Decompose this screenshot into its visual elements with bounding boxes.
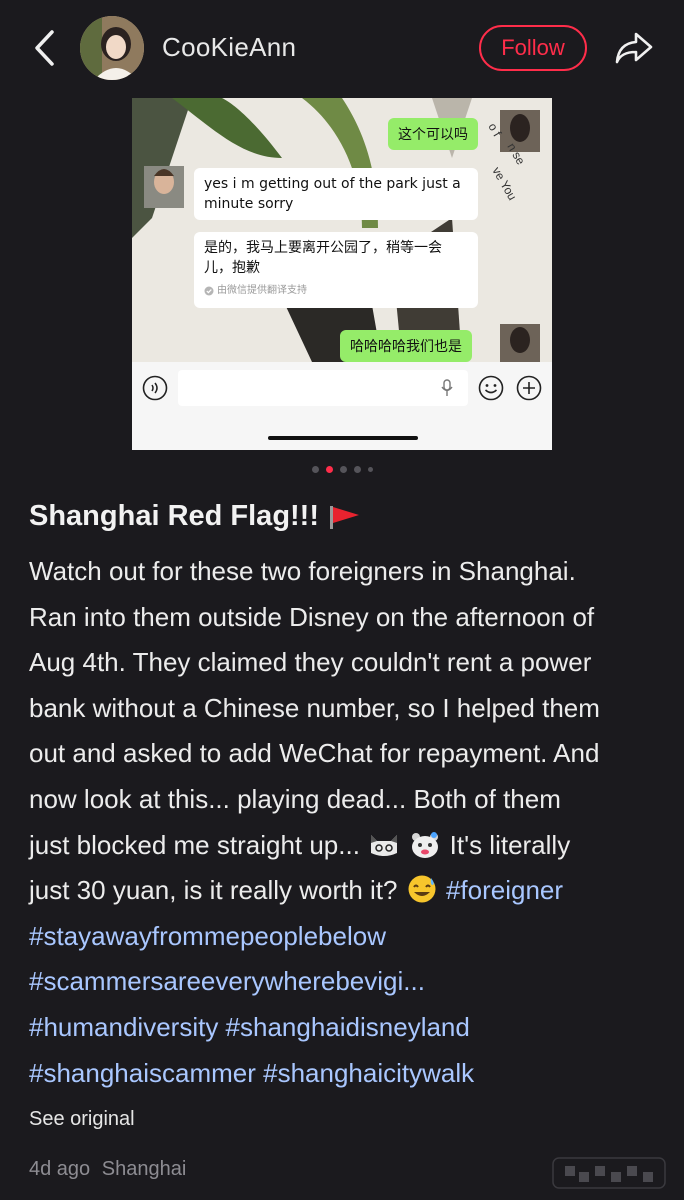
carousel-dot[interactable] <box>367 467 373 472</box>
carousel-dot[interactable] <box>353 466 361 473</box>
carousel-dot[interactable] <box>339 466 347 473</box>
follow-button[interactable]: Follow <box>479 25 587 71</box>
chevron-left-icon <box>35 30 54 66</box>
hashtag[interactable]: #shanghaidisneyland <box>226 1012 470 1042</box>
translation-text: 是的，我马上要离开公园了，稍等一会儿，抱歉 <box>204 240 442 276</box>
body-line: Aug 4th. They claimed they couldn't rent… <box>29 647 592 678</box>
see-original-link[interactable]: See original <box>29 1108 135 1131</box>
hashtag[interactable]: #shanghaicitywalk <box>263 1058 474 1088</box>
hashtag[interactable]: #scammersareeverywherebevigi... <box>29 966 425 996</box>
back-button[interactable] <box>28 28 60 68</box>
body-line: #shanghaiscammer #shanghaicitywalk <box>29 1051 665 1097</box>
chat-input-bar <box>132 362 552 450</box>
red-flag-icon <box>330 505 359 529</box>
chat-bubble-sent: 哈哈哈哈我们也是 <box>340 330 472 362</box>
home-indicator <box>268 436 418 440</box>
chat-text-field[interactable] <box>178 370 468 406</box>
cat-emoji-icon <box>371 834 398 856</box>
post-title: Shanghai Red Flag!!! <box>29 500 361 533</box>
voice-icon[interactable] <box>142 375 168 401</box>
hashtag[interactable]: #foreigner <box>446 875 563 905</box>
emoji-icon[interactable] <box>478 375 504 401</box>
avatar[interactable] <box>80 16 144 80</box>
share-button[interactable] <box>612 28 656 68</box>
body-line: #scammersareeverywherebevigi... <box>29 959 665 1005</box>
body-line: just blocked me straight up... It's lite… <box>29 829 571 860</box>
body-line: just 30 yuan, is it really worth it? #fo… <box>29 875 564 906</box>
chat-bubble-translation: 是的，我马上要离开公园了，稍等一会儿，抱歉 由微信提供翻译支持 <box>194 232 478 308</box>
post-body: Watch out for these two foreigners in Sh… <box>29 549 665 1096</box>
share-arrow-icon <box>615 32 653 64</box>
post-image[interactable]: o f n se ve You 这个可以吗 yes i m getting ou… <box>132 98 552 450</box>
chat-bubble-sent: 这个可以吗 <box>388 118 478 150</box>
body-line: now look at this... playing dead... Both… <box>29 783 561 814</box>
check-circle-icon <box>204 286 214 296</box>
post-location: Shanghai <box>101 1158 187 1180</box>
body-line: Watch out for these two foreigners in Sh… <box>29 556 576 586</box>
chat-bubble-received: yes i m getting out of the park just a m… <box>194 168 478 220</box>
username[interactable]: CooKieAnn <box>162 32 296 63</box>
carousel-dot-active[interactable] <box>325 466 333 473</box>
watermark-logo <box>552 1157 666 1189</box>
post-meta: 4d ago Shanghai <box>29 1158 186 1181</box>
carousel-dot[interactable] <box>311 466 319 473</box>
post-header: CooKieAnn Follow <box>0 0 684 98</box>
body-line: bank without a Chinese number, so I help… <box>29 692 600 723</box>
translation-note: 由微信提供翻译支持 <box>204 281 468 301</box>
bear-emoji-icon <box>412 831 439 858</box>
carousel-indicator <box>0 466 684 473</box>
hashtag[interactable]: #humandiversity <box>29 1012 218 1042</box>
hashtag[interactable]: #stayawayfrommepeoplebelow <box>29 921 386 951</box>
hashtag[interactable]: #shanghaiscammer <box>29 1058 256 1088</box>
microphone-icon[interactable] <box>440 379 454 397</box>
sweat-smile-emoji-icon <box>408 875 436 903</box>
body-line: Ran into them outside Disney on the afte… <box>29 601 595 632</box>
post-time: 4d ago <box>29 1158 91 1180</box>
body-line: out and asked to add WeChat for repaymen… <box>29 738 600 769</box>
body-line: #humandiversity #shanghaidisneyland <box>29 1005 665 1051</box>
plus-icon[interactable] <box>516 375 542 401</box>
body-line: #stayawayfrommepeoplebelow <box>29 914 665 960</box>
